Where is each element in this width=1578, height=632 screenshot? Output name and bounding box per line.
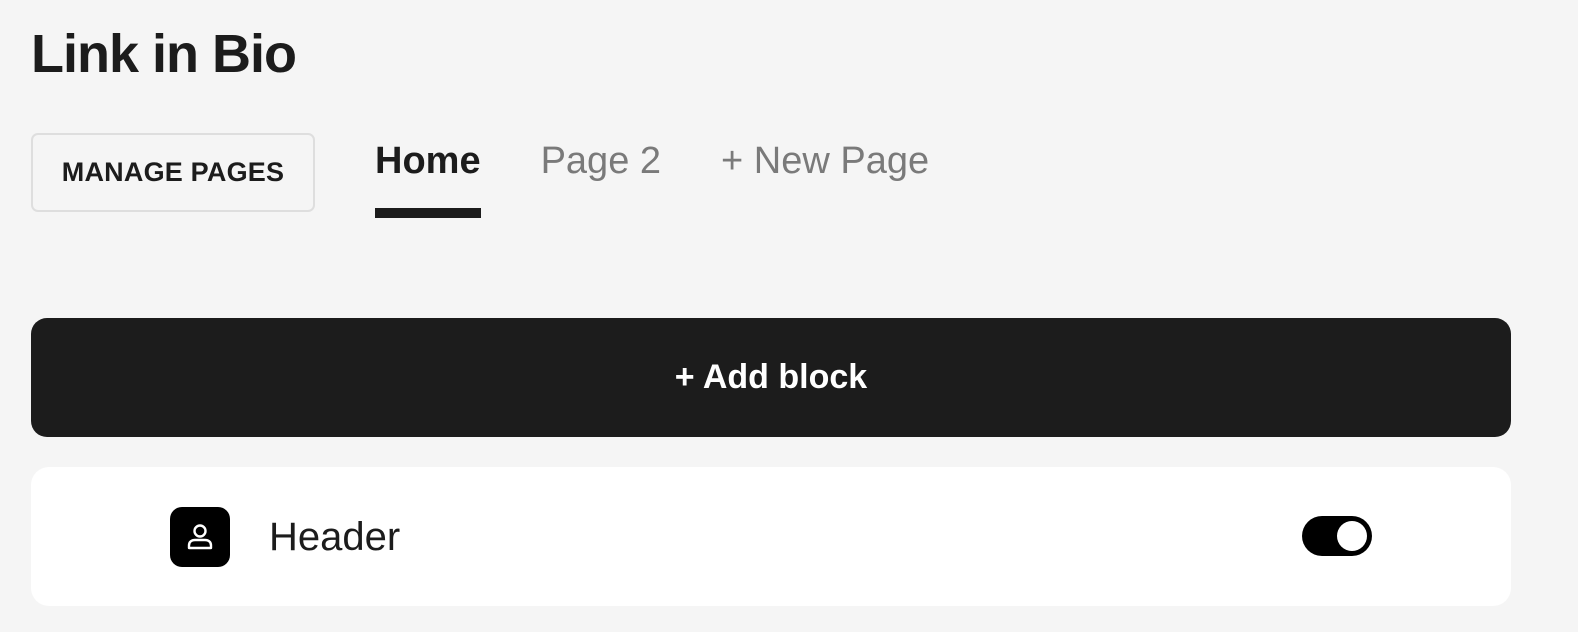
toggle-knob: [1337, 521, 1367, 551]
tab-home[interactable]: Home: [375, 136, 481, 220]
tab-new-page[interactable]: + New Page: [721, 136, 929, 220]
tab-home-label: Home: [375, 140, 481, 182]
tab-new-page-label: + New Page: [721, 140, 930, 182]
user-icon: [170, 507, 230, 567]
page-tabs: Home Page 2 + New Page: [375, 136, 929, 220]
manage-pages-button[interactable]: MANAGE PAGES: [31, 133, 315, 212]
block-card-header[interactable]: Header: [31, 467, 1511, 606]
tab-page-2[interactable]: Page 2: [541, 136, 661, 220]
block-visibility-toggle[interactable]: [1302, 516, 1372, 556]
add-block-button[interactable]: + Add block: [31, 318, 1511, 437]
block-label: Header: [269, 515, 401, 559]
active-tab-indicator: [375, 208, 481, 218]
page-title: Link in Bio: [31, 24, 297, 84]
tab-page-2-label: Page 2: [540, 140, 662, 182]
